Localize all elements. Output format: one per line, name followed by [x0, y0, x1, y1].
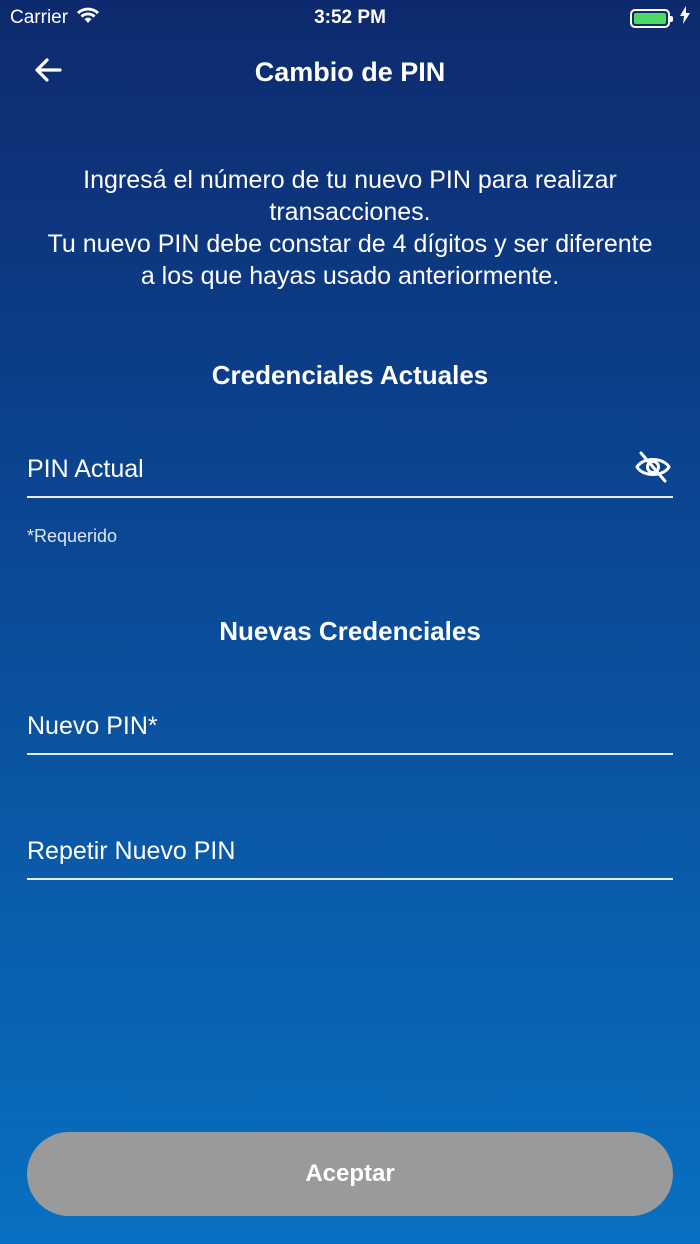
new-credentials-heading: Nuevas Credenciales [219, 616, 481, 646]
status-time: 3:52 PM [314, 7, 386, 28]
status-right [630, 6, 690, 30]
eye-slash-icon [634, 450, 672, 489]
intro-line-1: Ingresá el número de tu nuevo PIN para r… [83, 166, 617, 226]
page-title: Cambio de PIN [254, 56, 446, 87]
repeat-pin-label: Repetir Nuevo PIN [27, 836, 236, 865]
current-pin-field[interactable]: PIN Actual [27, 442, 673, 498]
intro-line-2: Tu nuevo PIN debe constar de 4 dígitos y… [47, 230, 653, 290]
new-pin-label: Nuevo PIN* [27, 711, 158, 740]
new-pin-field[interactable]: Nuevo PIN* [27, 699, 673, 755]
repeat-pin-field[interactable]: Repetir Nuevo PIN [27, 824, 673, 880]
bolt-icon [680, 6, 690, 30]
current-credentials-heading: Credenciales Actuales [211, 360, 489, 390]
accept-button[interactable]: Aceptar [27, 1132, 673, 1216]
visibility-toggle-button[interactable] [633, 451, 673, 487]
battery-level [634, 12, 666, 24]
current-pin-label: PIN Actual [27, 454, 144, 483]
wifi-icon [76, 6, 100, 30]
intro-text: Ingresá el número de tu nuevo PIN para r… [40, 164, 660, 292]
status-left: Carrier [10, 6, 100, 30]
required-hint: *Requerido [27, 526, 118, 546]
battery-icon [630, 8, 673, 28]
nav-bar: Cambio de PIN [0, 44, 700, 100]
status-bar: Carrier 3:52 PM [0, 0, 700, 36]
arrow-left-icon [34, 57, 62, 87]
carrier-label: Carrier [10, 7, 69, 28]
back-button[interactable] [28, 54, 68, 90]
